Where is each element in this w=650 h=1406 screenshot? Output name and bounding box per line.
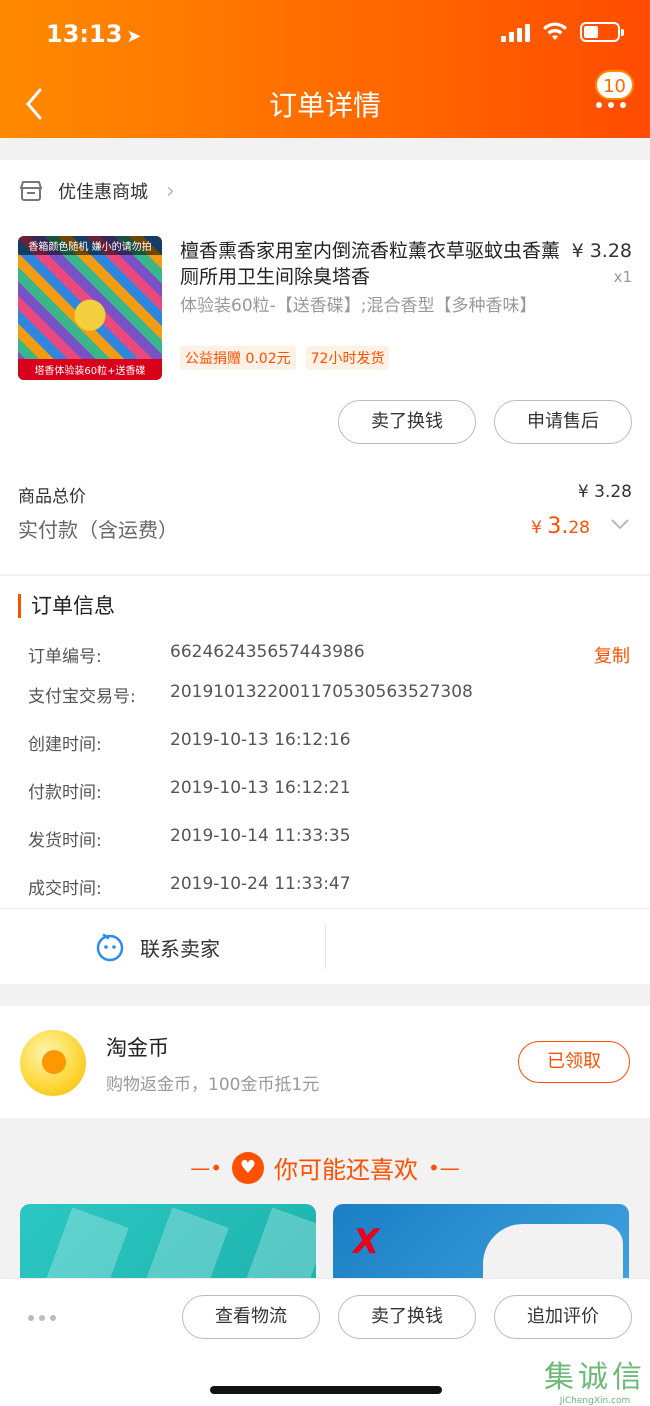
shoe-image [483,1224,623,1280]
recommend-heading: —• ♥ 你可能还喜欢 •— [0,1150,650,1185]
image-caption-bottom: 塔香体验装60粒+送香碟 [18,359,162,380]
battery-icon [580,22,624,42]
shop-name: 优佳惠商城 [58,182,148,203]
recommend-item-2-image[interactable]: X [333,1204,629,1280]
paid-amount-value: ¥ 3.28 [531,514,590,539]
heart-icon: ♥ [232,1151,264,1184]
goods-total-label: 商品总价 [18,487,86,507]
paid-amount-label: 实付款（含运费） [18,518,178,542]
product-sku: 体验装60粒-【送香碟】;混合香型【多种香味】 [180,296,537,316]
contact-seller-button[interactable]: 联系卖家 [94,909,220,985]
completed-time-label: 成交时间: [28,879,102,899]
product-tags: 公益捐赠 0.02元 72小时发货 [180,346,390,370]
shipping-tag: 72小时发货 [305,346,390,370]
recommend-title: 你可能还喜欢 [274,1156,418,1184]
view-logistics-button[interactable]: 查看物流 [182,1295,320,1339]
chevron-right-icon: › [166,178,175,204]
shipped-time-label: 发货时间: [28,831,102,851]
product-title[interactable]: 檀香熏香家用室内倒流香粒薰衣草驱蚊虫香薰厕所用卫生间除臭塔香 [180,238,560,290]
location-arrow-icon: ➤ [126,26,142,47]
goods-total-value: ¥ 3.28 [577,482,632,502]
contact-seller-label: 联系卖家 [140,936,220,961]
dash-right-icon: •— [428,1155,460,1180]
shop-row[interactable]: 优佳惠商城 › [18,178,175,204]
gold-coin-icon [20,1030,86,1096]
completed-time-value: 2019-10-24 11:33:47 [170,874,351,894]
chevron-down-icon[interactable] [608,512,632,536]
divider [325,925,326,969]
order-number-label: 订单编号: [28,647,102,667]
coin-claimed-button[interactable]: 已领取 [518,1041,630,1083]
created-time-label: 创建时间: [28,735,102,755]
order-info-title: 订单信息 [18,594,115,618]
product-image[interactable]: 香箱颜色随机 嫌小的请勿拍 塔香体验装60粒+送香碟 [18,236,162,380]
shop-icon [19,181,43,201]
brand-logo-icon: X [353,1222,380,1262]
coin-title: 淘金币 [106,1036,169,1060]
product-quantity: x1 [613,268,632,286]
sell-item-bottom-button[interactable]: 卖了换钱 [338,1295,476,1339]
alipay-trade-label: 支付宝交易号: [28,687,136,707]
contact-bar: 联系卖家 [0,908,650,984]
recommend-item-1-image[interactable] [20,1204,316,1280]
image-caption-top: 香箱颜色随机 嫌小的请勿拍 [18,236,162,255]
coin-subtitle: 购物返金币，100金币抵1元 [106,1075,320,1095]
watermark: 集诚信 JiChengXin.com [544,1360,646,1406]
dash-left-icon: —• [190,1155,222,1180]
header-bar: 13:13 ➤ 订单详情 10 [0,0,650,138]
add-review-button[interactable]: 追加评价 [494,1295,632,1339]
paid-time-value: 2019-10-13 16:12:21 [170,778,351,798]
page-title: 订单详情 [268,89,381,122]
chat-face-icon [96,933,124,962]
more-menu-icon[interactable] [596,88,632,118]
paid-time-label: 付款时间: [28,783,102,803]
after-sale-button[interactable]: 申请售后 [494,400,632,444]
alipay-trade-value: 2019101322001170530563527308 [170,682,473,702]
status-icons [501,22,624,42]
product-price: ¥ 3.28 [571,240,632,262]
created-time-value: 2019-10-13 16:12:16 [170,730,351,750]
copy-order-number-button[interactable]: 复制 [594,642,630,668]
shipped-time-value: 2019-10-14 11:33:35 [170,826,351,846]
more-actions-icon[interactable] [28,1315,56,1321]
cellular-signal-icon [501,22,530,42]
wifi-icon [543,22,567,40]
sell-item-button[interactable]: 卖了换钱 [338,400,476,444]
charity-tag: 公益捐赠 0.02元 [180,346,296,370]
home-indicator[interactable] [210,1386,442,1394]
order-number-value: 662462435657443986 [170,642,365,662]
status-time: 13:13 ➤ [46,20,142,48]
